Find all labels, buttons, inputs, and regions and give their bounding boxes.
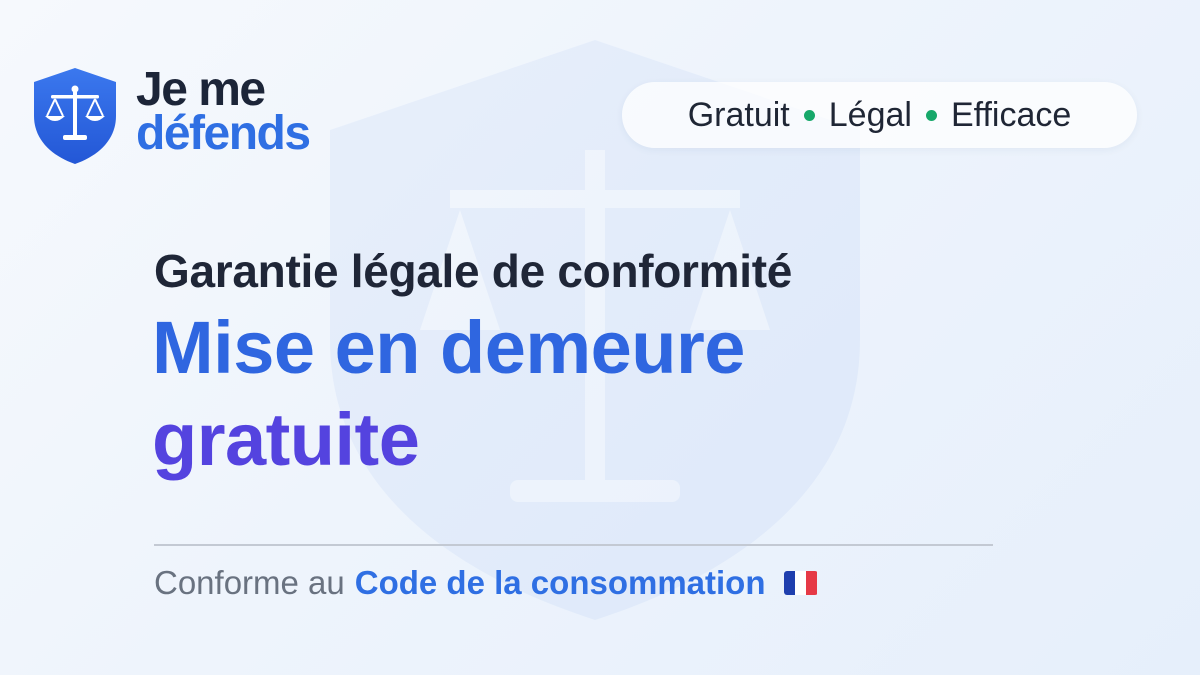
page-subtitle: Garantie légale de conformité — [154, 245, 793, 297]
badge-item-legal: Légal — [828, 95, 912, 134]
brand-line2: défends — [136, 107, 311, 160]
badge-item-efficace: Efficace — [950, 95, 1072, 134]
brand-logo[interactable]: Je me défends — [32, 63, 311, 166]
brand-line1: Je me — [136, 63, 266, 116]
footer-prefix: Conforme au — [154, 564, 345, 601]
title-line-1: Mise en demeure — [152, 306, 745, 389]
page-title: Mise en demeure gratuite — [152, 302, 745, 486]
bullet-dot-icon — [925, 109, 937, 121]
title-line-2: gratuite — [152, 398, 420, 481]
features-badge: Gratuit Légal Efficace — [622, 82, 1137, 148]
footer-note: Conforme au Code de la consommation — [154, 564, 818, 602]
footer-highlight: Code de la consommation — [354, 564, 766, 601]
bullet-dot-icon — [803, 109, 815, 121]
flag-france-icon — [783, 571, 818, 595]
divider — [154, 544, 993, 546]
badge-item-gratuit: Gratuit — [687, 95, 790, 134]
shield-scales-icon — [34, 68, 116, 164]
brand-name: Je me défends — [136, 63, 311, 160]
